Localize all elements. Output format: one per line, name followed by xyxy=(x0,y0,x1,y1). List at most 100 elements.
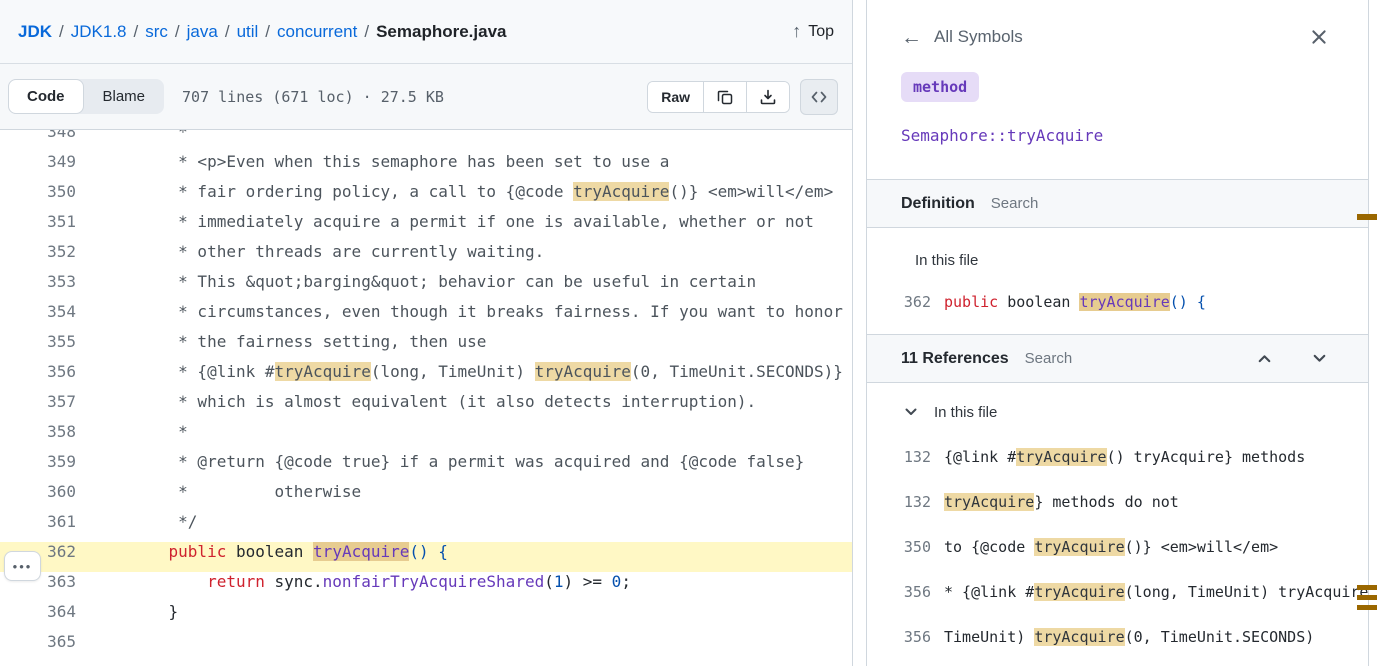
code-text: */ xyxy=(76,512,852,542)
reference-row[interactable]: 132tryAcquire} methods do not xyxy=(901,490,1368,514)
line-number[interactable]: 359 xyxy=(0,452,76,482)
code-line: 364 } xyxy=(0,602,852,632)
copy-button[interactable] xyxy=(703,82,746,112)
breadcrumb-separator: / xyxy=(52,22,71,41)
code-text: * xyxy=(76,130,852,152)
breadcrumb-link[interactable]: concurrent xyxy=(277,22,357,41)
line-number[interactable]: 358 xyxy=(0,422,76,452)
line-number[interactable]: 355 xyxy=(0,332,76,362)
tab-blame[interactable]: Blame xyxy=(84,79,165,114)
breadcrumb-separator: / xyxy=(357,22,376,41)
raw-button[interactable]: Raw xyxy=(648,82,703,112)
line-number[interactable]: 353 xyxy=(0,272,76,302)
definition-row[interactable]: 362 public boolean tryAcquire() { xyxy=(901,290,1368,314)
references-title: 11 References xyxy=(901,350,1009,368)
tab-code[interactable]: Code xyxy=(8,79,84,114)
top-label: Top xyxy=(808,23,834,41)
ellipsis-icon: ••• xyxy=(13,559,33,574)
line-number[interactable]: 348 xyxy=(0,130,76,152)
line-actions-button[interactable]: ••• xyxy=(4,551,41,581)
reference-snippet: TimeUnit) tryAcquire(0, TimeUnit.SECONDS… xyxy=(944,625,1368,649)
all-symbols-label: All Symbols xyxy=(934,27,1023,47)
code-line: 362 public boolean tryAcquire() { xyxy=(0,542,852,572)
line-number[interactable]: 357 xyxy=(0,392,76,422)
reference-snippet: to {@code tryAcquire()} <em>will</em> xyxy=(944,535,1368,559)
scroll-match-marker xyxy=(1357,585,1377,590)
download-button[interactable] xyxy=(746,82,789,112)
references-nav xyxy=(1256,350,1328,367)
download-icon xyxy=(760,89,776,105)
references-search-link[interactable]: Search xyxy=(1025,350,1073,367)
breadcrumb-current-file: Semaphore.java xyxy=(376,22,506,41)
chevron-down-icon xyxy=(903,404,919,420)
code-text: * immediately acquire a permit if one is… xyxy=(76,212,852,242)
code-text: * @return {@code true} if a permit was a… xyxy=(76,452,852,482)
reference-snippet: public boolean tryAcquire() { xyxy=(944,290,1368,314)
references-scope-toggle[interactable]: In this file xyxy=(867,383,1368,423)
reference-snippet: * {@link #tryAcquire(long, TimeUnit) try… xyxy=(944,580,1368,604)
definition-title: Definition xyxy=(901,195,975,213)
breadcrumb: JDK/JDK1.8/src/java/util/concurrent/Sema… xyxy=(18,22,507,42)
code-viewer-page: JDK/JDK1.8/src/java/util/concurrent/Sema… xyxy=(0,0,1377,666)
raw-button-group: Raw xyxy=(647,81,790,113)
code-line: 348 * xyxy=(0,130,852,152)
references-scope-label: In this file xyxy=(934,404,997,421)
code-line: 360 * otherwise xyxy=(0,482,852,512)
back-to-top-button[interactable]: ↑ Top xyxy=(792,21,834,42)
breadcrumb-link[interactable]: java xyxy=(187,22,218,41)
scrollbar-rail[interactable] xyxy=(1368,0,1377,666)
breadcrumb-separator: / xyxy=(258,22,277,41)
code-lines: 348 *349 * <p>Even when this semaphore h… xyxy=(0,130,852,662)
next-reference-button[interactable] xyxy=(1311,350,1328,367)
reference-line-number: 356 xyxy=(901,625,931,649)
code-text xyxy=(76,632,852,662)
previous-reference-button[interactable] xyxy=(1256,350,1273,367)
code-text: * otherwise xyxy=(76,482,852,512)
arrow-left-icon: ← xyxy=(901,27,922,48)
code-text: * <p>Even when this semaphore has been s… xyxy=(76,152,852,182)
code-line: 356 * {@link #tryAcquire(long, TimeUnit)… xyxy=(0,362,852,392)
code-text: * other threads are currently waiting. xyxy=(76,242,852,272)
line-number[interactable]: 351 xyxy=(0,212,76,242)
line-number[interactable]: 361 xyxy=(0,512,76,542)
line-number[interactable]: 356 xyxy=(0,362,76,392)
chevron-up-icon xyxy=(1256,350,1273,367)
all-symbols-back-button[interactable]: ← All Symbols xyxy=(901,27,1023,48)
breadcrumb-link[interactable]: JDK1.8 xyxy=(71,22,127,41)
code-line: 354 * circumstances, even though it brea… xyxy=(0,302,852,332)
reference-row[interactable]: 350to {@code tryAcquire()} <em>will</em> xyxy=(901,535,1368,559)
line-number[interactable]: 350 xyxy=(0,182,76,212)
reference-row[interactable]: 356 TimeUnit) tryAcquire(0, TimeUnit.SECO… xyxy=(901,625,1368,649)
breadcrumb-bar: JDK/JDK1.8/src/java/util/concurrent/Sema… xyxy=(0,0,852,64)
reference-line-number: 362 xyxy=(901,290,931,314)
code-blame-switch: CodeBlame xyxy=(8,79,164,114)
line-number[interactable]: 354 xyxy=(0,302,76,332)
symbol-name: Semaphore::tryAcquire xyxy=(901,126,1368,148)
close-panel-button[interactable] xyxy=(1310,28,1328,46)
reference-snippet: tryAcquire} methods do not xyxy=(944,490,1368,514)
line-number[interactable]: 365 xyxy=(0,632,76,662)
code-line: 361 */ xyxy=(0,512,852,542)
breadcrumb-link[interactable]: src xyxy=(145,22,168,41)
code-text: * the fairness setting, then use xyxy=(76,332,852,362)
reference-row[interactable]: 356 * {@link #tryAcquire(long, TimeUnit) … xyxy=(901,580,1368,604)
line-number[interactable]: 364 xyxy=(0,602,76,632)
symbols-pane-toggle-button[interactable] xyxy=(800,79,838,115)
reference-line-number: 356 xyxy=(901,580,931,604)
breadcrumb-link[interactable]: util xyxy=(237,22,259,41)
line-number[interactable]: 352 xyxy=(0,242,76,272)
reference-row[interactable]: 132{@link #tryAcquire() tryAcquire} meth… xyxy=(901,445,1368,469)
scroll-match-marker xyxy=(1357,595,1377,600)
reference-line-number: 132 xyxy=(901,445,931,469)
file-meta: 707 lines (671 loc) · 27.5 KB xyxy=(182,88,444,106)
code-line: 358 * xyxy=(0,422,852,452)
breadcrumb-link[interactable]: JDK xyxy=(18,22,52,41)
close-icon xyxy=(1310,28,1328,46)
definition-search-link[interactable]: Search xyxy=(991,195,1039,212)
code-text: public boolean tryAcquire() { xyxy=(76,542,852,572)
definition-scope-label: In this file xyxy=(867,228,1368,274)
line-number[interactable]: 360 xyxy=(0,482,76,512)
line-number[interactable]: 349 xyxy=(0,152,76,182)
code-column: JDK/JDK1.8/src/java/util/concurrent/Sema… xyxy=(0,0,853,666)
scroll-match-marker xyxy=(1357,214,1377,220)
